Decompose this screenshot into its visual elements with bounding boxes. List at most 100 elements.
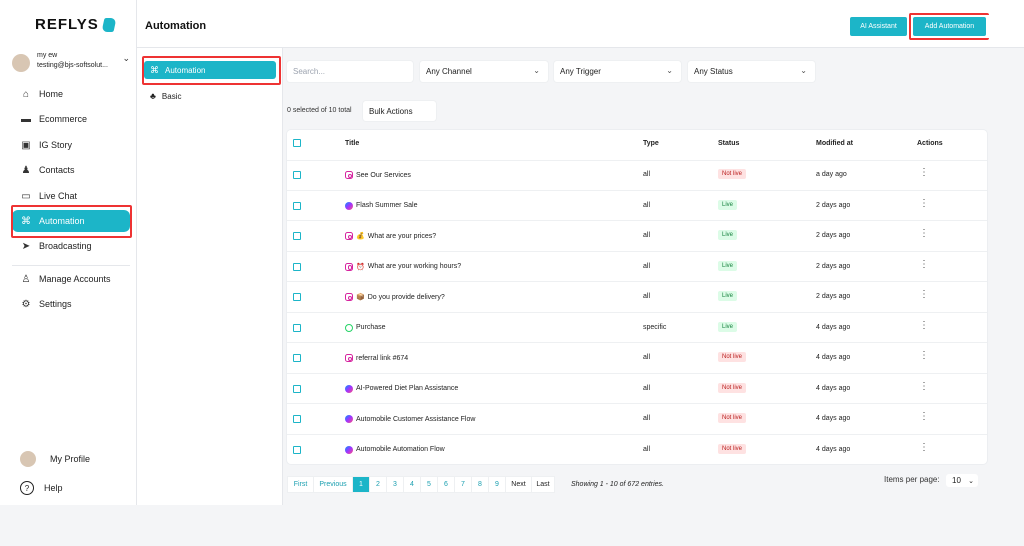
table-row[interactable]: See Our Services all Not live a day ago ⋮ — [287, 160, 987, 191]
highlight-sidebar-automation — [11, 205, 132, 238]
chevron-down-icon[interactable]: ⌄ — [122, 53, 130, 64]
row-title[interactable]: referral link #674 — [345, 354, 408, 362]
first-page-button[interactable]: First — [287, 476, 314, 493]
row-title[interactable]: Flash Summer Sale — [345, 201, 417, 210]
row-title[interactable]: ⏰ What are your working hours? — [345, 262, 462, 271]
row-actions-menu-icon[interactable]: ⋮ — [919, 412, 929, 422]
row-checkbox[interactable] — [293, 232, 301, 240]
table-row[interactable]: Automobile Automation Flow all Not live 4 d… — [287, 435, 987, 466]
sidebar-item-manage-accounts[interactable]: ♙ Manage Accounts — [12, 268, 130, 290]
user-email: testing@bjs-softsolut... — [37, 62, 108, 69]
bulk-actions-button[interactable]: Bulk Actions — [363, 101, 436, 121]
row-actions-menu-icon[interactable]: ⋮ — [919, 320, 929, 331]
sidebar-item-live-chat[interactable]: ▭ Live Chat — [12, 185, 130, 207]
chat-icon: ▭ — [21, 190, 31, 202]
page-button-1[interactable]: 1 — [352, 476, 370, 493]
page-button-7[interactable]: 7 — [454, 476, 472, 493]
row-checkbox[interactable] — [293, 415, 301, 423]
row-type: all — [643, 293, 651, 300]
search-placeholder: Search... — [293, 67, 326, 76]
subnav-item-label: Basic — [161, 91, 182, 101]
instagram-icon — [345, 262, 353, 271]
brand-logo[interactable]: REFLYS — [35, 16, 117, 33]
status-badge: Not live — [718, 382, 747, 393]
sidebar-item-label: My Profile — [50, 454, 91, 464]
row-type: all — [643, 445, 651, 453]
sidebar-item-ecommerce[interactable]: ▬ Ecommerce — [12, 108, 130, 130]
sidebar-item-label: Contacts — [39, 165, 75, 175]
table-row[interactable]: referral link #674 all Not live 4 days ago ⋮ — [287, 343, 987, 374]
page-button-4[interactable]: 4 — [403, 476, 421, 493]
status-badge: Not live — [718, 413, 747, 423]
row-actions-menu-icon[interactable]: ⋮ — [919, 290, 929, 300]
row-title-text: What are your working hours? — [367, 263, 462, 270]
sidebar-item-contacts[interactable]: ♟ Contacts — [12, 159, 130, 181]
previous-page-button[interactable]: Previous — [313, 476, 353, 493]
row-title-text: Automobile Automation Flow — [356, 446, 445, 453]
page-button-3[interactable]: 3 — [386, 476, 404, 493]
table-row[interactable]: AI-Powered Diet Plan Assistance all Not li… — [287, 374, 987, 404]
next-page-button[interactable]: Next — [505, 476, 532, 493]
user-switcher[interactable]: my ew testing@bjs-softsolut... ⌄ — [12, 51, 134, 72]
row-status: Not live — [718, 352, 747, 362]
row-title[interactable]: 📦 Do you provide delivery? — [345, 293, 445, 301]
row-title[interactable]: Purchase — [345, 323, 386, 332]
home-icon: ⌂ — [22, 88, 30, 100]
gear-icon: ⚙ — [21, 298, 31, 310]
last-page-button[interactable]: Last — [531, 476, 555, 493]
row-checkbox[interactable] — [293, 445, 301, 454]
row-title[interactable]: Automobile Automation Flow — [345, 445, 445, 454]
row-checkbox[interactable] — [293, 354, 301, 362]
page-title: Automation — [145, 20, 207, 32]
page-button-8[interactable]: 8 — [471, 476, 489, 493]
table-row[interactable]: Automobile Customer Assistance Flow all No… — [287, 404, 987, 435]
row-title[interactable]: See Our Services — [345, 171, 411, 179]
status-select[interactable]: Any Status ⌄ — [688, 61, 815, 82]
messenger-icon — [345, 384, 353, 393]
row-actions-menu-icon[interactable]: ⋮ — [919, 229, 929, 239]
row-status: Live — [718, 230, 738, 240]
row-modified: 4 days ago — [816, 415, 851, 422]
row-actions-menu-icon[interactable]: ⋮ — [919, 442, 929, 453]
select-all-checkbox[interactable] — [293, 139, 301, 147]
table-row[interactable]: 💰 What are your prices? all Live 2 days ago ⋮ — [287, 221, 987, 252]
row-title[interactable]: Automobile Customer Assistance Flow — [345, 415, 475, 423]
channel-select[interactable]: Any Channel ⌄ — [420, 61, 548, 82]
page-button-9[interactable]: 9 — [488, 476, 506, 493]
trigger-select[interactable]: Any Trigger ⌄ — [554, 61, 681, 82]
ai-assistant-button[interactable]: AI Assistant — [850, 17, 907, 36]
row-checkbox[interactable] — [293, 293, 301, 301]
page-button-5[interactable]: 5 — [420, 476, 438, 493]
row-title[interactable]: 💰 What are your prices? — [345, 232, 436, 240]
row-checkbox[interactable] — [293, 262, 301, 271]
sidebar-item-settings[interactable]: ⚙ Settings — [12, 293, 130, 315]
row-checkbox[interactable] — [293, 323, 301, 332]
table-row[interactable]: ⏰ What are your working hours? all Live 2 da… — [287, 252, 987, 282]
row-title[interactable]: AI-Powered Diet Plan Assistance — [345, 384, 458, 393]
subnav-item-basic[interactable]: ♣ Basic — [144, 87, 276, 105]
sidebar-item-home[interactable]: ⌂ Home — [12, 83, 130, 105]
page-button-6[interactable]: 6 — [437, 476, 455, 493]
sidebar-item-label: Live Chat — [39, 191, 78, 201]
row-actions-menu-icon[interactable]: ⋮ — [919, 198, 929, 209]
row-checkbox[interactable] — [293, 201, 301, 210]
items-per-page-select[interactable]: 10 ⌄ — [946, 474, 978, 487]
row-actions-menu-icon[interactable]: ⋮ — [919, 168, 929, 178]
table-row[interactable]: Flash Summer Sale all Live 2 days ago ⋮ — [287, 191, 987, 221]
row-status: Not live — [718, 169, 747, 179]
row-checkbox[interactable] — [293, 384, 301, 393]
trigger-select-value: Any Trigger — [560, 67, 601, 76]
sidebar-item-label: IG Story — [39, 140, 73, 150]
sidebar-item-my-profile[interactable]: My Profile — [12, 448, 90, 470]
sidebar-item-help[interactable]: ? Help — [12, 477, 63, 499]
sidebar-item-ig-story[interactable]: ▣ IG Story — [12, 134, 130, 156]
row-actions-menu-icon[interactable]: ⋮ — [919, 351, 929, 361]
row-actions-menu-icon[interactable]: ⋮ — [919, 259, 929, 270]
row-actions-menu-icon[interactable]: ⋮ — [919, 381, 929, 392]
table-row[interactable]: 📦 Do you provide delivery? all Live 2 days a… — [287, 282, 987, 313]
page-button-2[interactable]: 2 — [369, 476, 387, 493]
table-row[interactable]: Purchase specific Live 4 days ago ⋮ — [287, 313, 987, 343]
sidebar-item-broadcasting[interactable]: ➤ Broadcasting — [12, 235, 130, 257]
row-checkbox[interactable] — [293, 171, 301, 179]
search-input[interactable]: Search... — [287, 61, 413, 82]
